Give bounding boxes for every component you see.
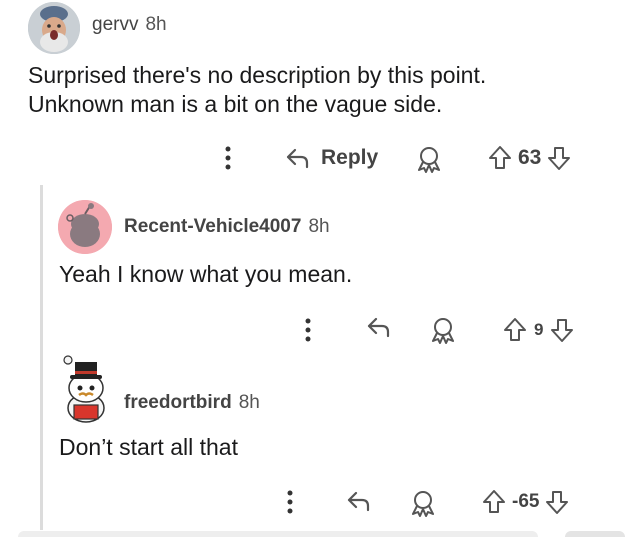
photo-avatar-icon — [28, 2, 80, 54]
award-icon — [432, 318, 454, 344]
username[interactable]: freedortbird — [124, 392, 232, 414]
award-button[interactable] — [429, 316, 457, 344]
user-avatar[interactable] — [58, 200, 112, 254]
username[interactable]: gervv — [92, 14, 138, 36]
upvote-icon — [483, 490, 505, 513]
snoo-avatar-icon — [58, 200, 112, 254]
bottom-bar — [18, 531, 538, 537]
vote-count: 9 — [534, 320, 544, 339]
reply-button[interactable] — [366, 316, 392, 338]
upvote-button[interactable] — [482, 489, 506, 515]
more-options-button[interactable] — [282, 488, 298, 516]
award-button[interactable] — [415, 145, 443, 173]
user-avatar[interactable] — [57, 350, 115, 424]
comment-body: Yeah I know what you mean. — [59, 261, 353, 287]
reply-button[interactable] — [346, 490, 372, 512]
username[interactable]: Recent-Vehicle4007 — [124, 216, 301, 238]
award-icon — [418, 147, 440, 173]
upvote-button[interactable] — [503, 317, 527, 343]
downvote-icon — [551, 319, 574, 342]
bottom-bar-right — [565, 531, 625, 537]
downvote-icon — [548, 147, 571, 170]
downvote-button[interactable] — [545, 489, 569, 515]
more-options-icon — [287, 490, 293, 514]
user-avatar[interactable] — [28, 2, 80, 54]
upvote-icon — [489, 146, 511, 169]
downvote-button[interactable] — [547, 145, 571, 171]
more-options-icon — [305, 318, 311, 342]
reply-icon — [347, 491, 370, 512]
timestamp: 8h — [308, 216, 330, 237]
more-options-button[interactable] — [300, 316, 316, 344]
timestamp: 8h — [145, 14, 167, 35]
comment-line: Unknown man is a bit on the vague side. — [28, 91, 443, 117]
award-button[interactable] — [409, 489, 437, 517]
upvote-button[interactable] — [488, 145, 512, 171]
vote-count: -65 — [512, 491, 540, 512]
more-options-icon — [225, 146, 231, 170]
award-icon — [412, 491, 434, 517]
reply-icon — [367, 317, 390, 338]
comment-line: Surprised there's no description by this… — [28, 62, 487, 88]
snoo-tophat-avatar-icon — [63, 355, 105, 423]
comment-body: Surprised there's no description by this… — [28, 61, 486, 119]
reply-icon — [286, 148, 309, 169]
vote-count: 63 — [518, 146, 542, 169]
reply-button[interactable]: Reply — [285, 143, 378, 173]
more-options-button[interactable] — [220, 144, 236, 172]
thread-line[interactable] — [40, 185, 43, 530]
downvote-icon — [546, 491, 569, 514]
downvote-button[interactable] — [550, 317, 574, 343]
upvote-icon — [504, 318, 526, 341]
timestamp: 8h — [238, 392, 260, 413]
reply-label: Reply — [321, 146, 379, 169]
comment-body: Don’t start all that — [59, 434, 238, 460]
